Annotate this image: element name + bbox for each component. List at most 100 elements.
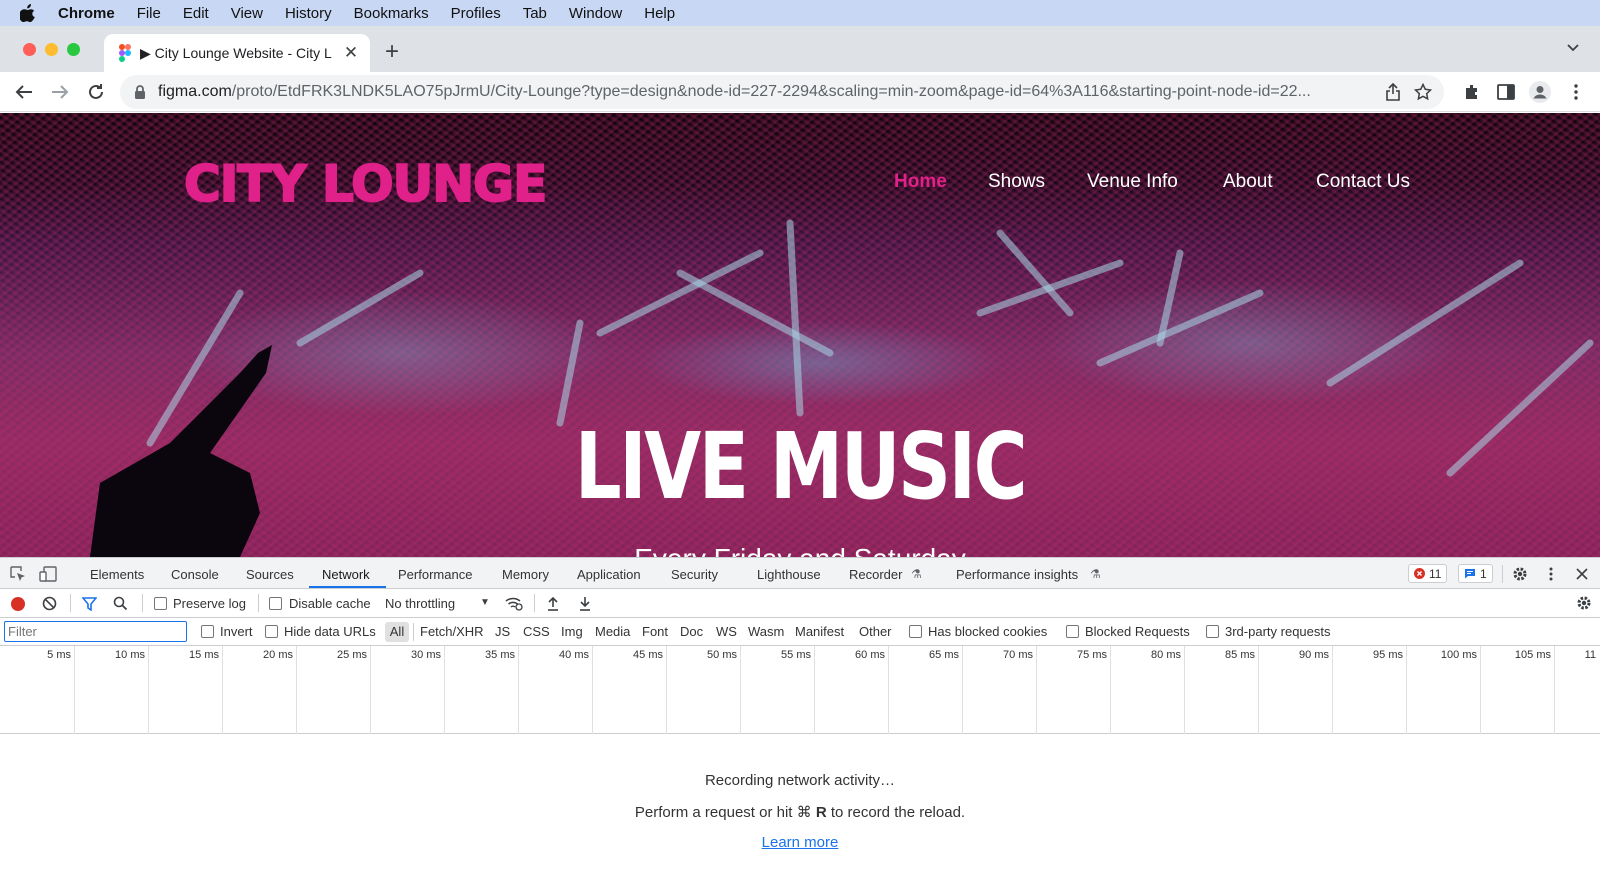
invert-checkbox[interactable] [201,625,214,638]
menu-help[interactable]: Help [644,5,675,22]
new-tab-icon[interactable]: + [385,38,399,66]
has-blocked-cookies-checkbox[interactable] [909,625,922,638]
nav-shows[interactable]: Shows [988,171,1045,193]
devtools-settings-icon[interactable] [1510,564,1530,584]
tab-performance[interactable]: Performance [398,567,472,582]
timeline-tick-label: 5 ms [47,649,71,661]
type-filter-css[interactable]: CSS [523,624,550,639]
logo-outline: CITY LOUNGE [183,154,548,214]
side-panel-icon[interactable] [1494,80,1518,104]
tab-console[interactable]: Console [171,567,219,582]
reload-icon[interactable] [84,80,108,104]
timeline-gridline [1110,646,1111,734]
throttling-select[interactable]: No throttling [385,596,455,611]
import-har-icon[interactable] [547,596,559,614]
share-icon[interactable] [1378,83,1408,101]
timeline-tick-label: 80 ms [1151,649,1181,661]
figma-icon [119,44,131,62]
divider [534,594,535,612]
tab-security[interactable]: Security [671,567,718,582]
chrome-menu-icon[interactable] [1564,80,1588,104]
tab-application[interactable]: Application [577,567,641,582]
tab-sources[interactable]: Sources [246,567,294,582]
url-text[interactable]: figma.com/proto/EtdFRK3LNDK5LAO75pJrmU/C… [158,83,1378,101]
type-filter-all[interactable]: All [385,622,409,642]
export-har-icon[interactable] [579,596,591,614]
nav-venue-info[interactable]: Venue Info [1087,171,1178,193]
type-filter-manifest[interactable]: Manifest [795,624,844,639]
timeline-gridline [1554,646,1555,734]
minimize-window-button[interactable] [45,43,58,56]
timeline-gridline [1332,646,1333,734]
search-icon[interactable] [113,596,128,614]
type-filter-img[interactable]: Img [561,624,583,639]
extensions-icon[interactable] [1460,80,1484,104]
timeline-tick-label: 15 ms [189,649,219,661]
network-overview-timeline[interactable]: 5 ms 10 ms 15 ms 20 ms 25 ms 30 ms 35 ms 40 ms 4… [0,646,1600,734]
address-bar[interactable]: figma.com/proto/EtdFRK3LNDK5LAO75pJrmU/C… [120,75,1444,109]
device-toolbar-icon[interactable] [38,564,58,584]
hide-data-urls-checkbox[interactable] [265,625,278,638]
apple-icon[interactable] [20,4,40,22]
menu-edit[interactable]: Edit [183,5,209,22]
blocked-requests-checkbox[interactable] [1066,625,1079,638]
type-filter-ws[interactable]: WS [716,624,737,639]
record-button-icon[interactable] [11,597,25,611]
errors-badge[interactable]: 11 [1408,564,1448,583]
timeline-tick-label: 10 ms [115,649,145,661]
devtools-more-icon[interactable] [1541,564,1561,584]
third-party-requests-checkbox[interactable] [1206,625,1219,638]
menu-file[interactable]: File [137,5,161,22]
menu-tab[interactable]: Tab [523,5,547,22]
messages-badge[interactable]: 1 [1458,564,1493,583]
tab-memory[interactable]: Memory [502,567,549,582]
clear-icon[interactable] [42,596,57,614]
close-tab-icon[interactable]: ✕ [340,43,362,63]
timeline-gridline [888,646,889,734]
menu-view[interactable]: View [231,5,263,22]
close-window-button[interactable] [23,43,36,56]
type-filter-js[interactable]: JS [495,624,510,639]
nav-home[interactable]: Home [894,171,947,193]
nav-about[interactable]: About [1223,171,1273,193]
forward-icon[interactable] [48,80,72,104]
back-icon[interactable] [12,80,36,104]
type-filter-font[interactable]: Font [642,624,668,639]
tab-elements[interactable]: Elements [90,567,144,582]
preserve-log-checkbox[interactable] [154,597,167,610]
menu-profiles[interactable]: Profiles [451,5,501,22]
timeline-tick-label: 70 ms [1003,649,1033,661]
type-filter-wasm[interactable]: Wasm [748,624,784,639]
tab-performance-insights[interactable]: Performance insights [956,567,1078,582]
menu-bookmarks[interactable]: Bookmarks [354,5,429,22]
tab-search-chevron-icon[interactable] [1566,40,1580,58]
devtools-close-icon[interactable] [1572,564,1592,584]
timeline-gridline [370,646,371,734]
timeline-tick-label: 45 ms [633,649,663,661]
menu-chrome[interactable]: Chrome [58,5,115,22]
network-conditions-icon[interactable] [505,596,523,614]
menu-history[interactable]: History [285,5,332,22]
tab-lighthouse[interactable]: Lighthouse [757,567,821,582]
inspect-element-icon[interactable] [8,564,28,584]
browser-tab-active[interactable]: ▶ City Lounge Website - City L ✕ [104,34,370,72]
zoom-window-button[interactable] [67,43,80,56]
nav-contact-us[interactable]: Contact Us [1316,171,1410,193]
filter-funnel-icon[interactable] [81,597,98,614]
learn-more-link[interactable]: Learn more [0,834,1600,851]
network-settings-icon[interactable] [1576,595,1592,614]
reload-hint: Perform a request or hit ⌘ R to record t… [634,804,966,821]
profile-avatar-icon[interactable] [1528,80,1552,104]
type-filter-doc[interactable]: Doc [680,624,703,639]
menu-window[interactable]: Window [569,5,622,22]
type-filter-fetch-xhr[interactable]: Fetch/XHR [420,624,484,639]
throttling-dropdown-icon[interactable]: ▼ [480,597,490,608]
bookmark-star-icon[interactable] [1408,83,1438,101]
tab-recorder[interactable]: Recorder [849,567,902,582]
filter-input[interactable] [4,621,187,642]
tab-network[interactable]: Network [322,567,370,582]
type-filter-media[interactable]: Media [595,624,630,639]
type-filter-other[interactable]: Other [859,624,892,639]
disable-cache-checkbox[interactable] [269,597,282,610]
lock-icon[interactable] [134,84,146,100]
